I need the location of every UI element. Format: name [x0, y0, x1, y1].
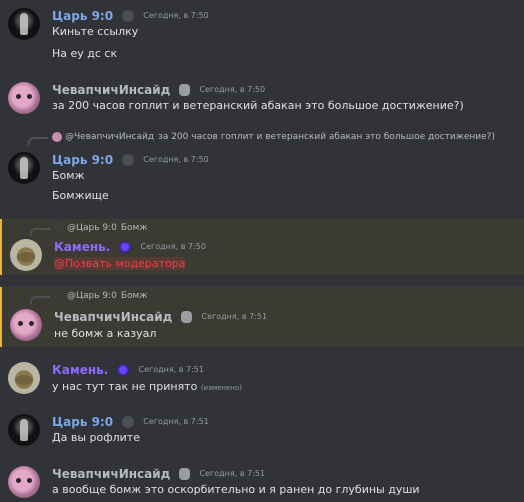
reply-preview[interactable]: @ЧевапчичИнсайд за 200 часов гоплит и вет… [28, 130, 495, 145]
avatar[interactable] [8, 414, 40, 446]
edited-label: (изменено) [200, 384, 242, 392]
message-text: Киньте ссылку [52, 25, 139, 38]
skull-icon [181, 310, 193, 323]
message-highlighted: @Царь 9:0 Бомж ЧевапчичИнсайд Сегодня, в … [0, 287, 524, 347]
avatar[interactable] [8, 362, 40, 394]
message: Царь 9:0 Сегодня, в 7:50 Киньте ссылку Н… [0, 0, 524, 72]
message-header: Царь 9:0 Сегодня, в 7:51 [52, 412, 209, 430]
author-name[interactable]: Царь 9:0 [52, 9, 113, 23]
reply-preview[interactable]: @Царь 9:0 Бомж [30, 289, 148, 304]
author-name[interactable]: Царь 9:0 [52, 415, 113, 429]
reply-avatar [54, 290, 64, 301]
reply-author[interactable]: @Царь 9:0 [67, 223, 117, 233]
message-list: Царь 9:0 Сегодня, в 7:50 Киньте ссылку Н… [0, 0, 524, 502]
spider-icon [122, 9, 135, 22]
avatar[interactable] [8, 82, 40, 114]
timestamp[interactable]: Сегодня, в 7:50 [200, 85, 266, 94]
reply-avatar [52, 131, 62, 142]
timestamp[interactable]: Сегодня, в 7:50 [143, 155, 209, 164]
timestamp[interactable]: Сегодня, в 7:51 [202, 312, 268, 321]
reply-text[interactable]: Бомж [121, 223, 148, 233]
spider-icon [122, 415, 135, 428]
message-header: Царь 9:0 Сегодня, в 7:50 [52, 6, 209, 24]
timestamp[interactable]: Сегодня, в 7:50 [143, 11, 209, 20]
reply-spine [28, 137, 48, 145]
message-text-wrap: у нас тут так не принято (изменено) [52, 379, 242, 396]
message-text: за 200 часов гоплит и ветеранский абакан… [52, 99, 464, 112]
message-text: не бомж а казуал [54, 327, 157, 340]
avatar[interactable] [10, 309, 42, 341]
reply-preview[interactable]: @Царь 9:0 Бомж [30, 221, 148, 236]
role-mention[interactable]: @Позвать модератора [54, 257, 186, 270]
message-header: Камень. Сегодня, в 7:50 [54, 237, 206, 255]
orb-icon [117, 363, 130, 376]
avatar[interactable] [8, 152, 40, 184]
message-text: Бомж [52, 169, 85, 182]
author-name[interactable]: ЧевапчичИнсайд [54, 310, 172, 324]
author-name[interactable]: Камень. [54, 240, 110, 254]
message-header: ЧевапчичИнсайд Сегодня, в 7:51 [52, 464, 265, 482]
timestamp[interactable]: Сегодня, в 7:51 [200, 469, 266, 478]
timestamp[interactable]: Сегодня, в 7:50 [140, 242, 206, 251]
message-text: На еу дс ск [52, 47, 118, 60]
message: ЧевапчичИнсайд Сегодня, в 7:50 за 200 ча… [0, 76, 524, 122]
author-name[interactable]: Камень. [52, 363, 108, 377]
timestamp[interactable]: Сегодня, в 7:51 [138, 365, 204, 374]
message-header: ЧевапчичИнсайд Сегодня, в 7:51 [54, 307, 267, 325]
message: ЧевапчичИнсайд Сегодня, в 7:51 а вообще … [0, 462, 524, 502]
author-name[interactable]: Царь 9:0 [52, 153, 113, 167]
message-text: у нас тут так не принято [52, 380, 198, 393]
message-text: Да вы рофлите [52, 431, 140, 444]
skull-icon [179, 83, 191, 96]
reply-author[interactable]: @ЧевапчичИнсайд [65, 132, 154, 142]
author-name[interactable]: ЧевапчичИнсайд [52, 83, 170, 97]
message: @ЧевапчичИнсайд за 200 часов гоплит и вет… [0, 126, 524, 216]
message-header: ЧевапчичИнсайд Сегодня, в 7:50 [52, 80, 265, 98]
message-header: Камень. Сегодня, в 7:51 [52, 360, 204, 378]
timestamp[interactable]: Сегодня, в 7:51 [143, 417, 209, 426]
avatar[interactable] [10, 239, 42, 271]
avatar[interactable] [8, 8, 40, 40]
message-header: Царь 9:0 Сегодня, в 7:50 [52, 150, 209, 168]
reply-spine [30, 296, 50, 304]
reply-text[interactable]: за 200 часов гоплит и ветеранский абакан… [158, 132, 495, 142]
message-text-wrap: @Позвать модератора [54, 256, 186, 272]
message-highlighted: @Царь 9:0 Бомж Камень. Сегодня, в 7:50 @П… [0, 219, 524, 275]
author-name[interactable]: ЧевапчичИнсайд [52, 467, 170, 481]
message: Камень. Сегодня, в 7:51 у нас тут так не… [0, 356, 524, 406]
message-text: Бомжище [52, 189, 109, 202]
reply-avatar [54, 222, 64, 233]
skull-icon [179, 467, 191, 480]
reply-author[interactable]: @Царь 9:0 [67, 291, 117, 301]
reply-spine [30, 228, 50, 236]
message: Царь 9:0 Сегодня, в 7:51 Да вы рофлите [0, 408, 524, 458]
reply-text[interactable]: Бомж [121, 291, 148, 301]
orb-icon [119, 240, 132, 253]
avatar[interactable] [8, 466, 40, 498]
message-text: а вообще бомж это оскорбительно и я ране… [52, 483, 420, 496]
spider-icon [122, 153, 135, 166]
